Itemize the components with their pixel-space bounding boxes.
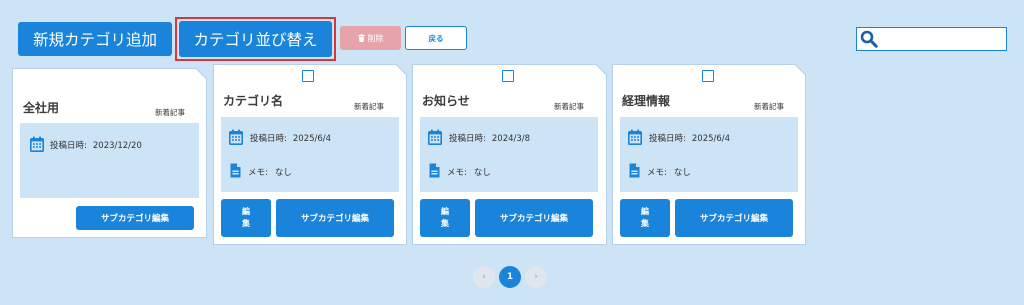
back-button[interactable]: 戻る bbox=[405, 26, 467, 50]
edit-subcategory-button[interactable]: サブカテゴリ編集 bbox=[475, 199, 593, 237]
calendar-icon bbox=[628, 129, 642, 145]
document-icon bbox=[629, 163, 640, 178]
memo-value: なし bbox=[274, 168, 292, 178]
calendar-icon bbox=[229, 129, 243, 145]
memo-value: なし bbox=[473, 168, 491, 178]
edit-subcategory-label: サブカテゴリ編集 bbox=[499, 214, 568, 224]
search-box[interactable] bbox=[856, 27, 1007, 51]
search-input[interactable] bbox=[881, 29, 1001, 49]
memo-row: メモ: なし bbox=[647, 166, 691, 178]
edit-subcategory-label: サブカテゴリ編集 bbox=[699, 214, 768, 224]
posted-date-label: 投稿日時: bbox=[250, 134, 287, 144]
card-select-checkbox[interactable] bbox=[502, 70, 514, 82]
posted-date-label: 投稿日時: bbox=[649, 134, 686, 144]
memo-row: メモ: なし bbox=[248, 166, 292, 178]
edit-subcategory-label: サブカテゴリ編集 bbox=[300, 214, 369, 224]
new-articles-label: 新着記事 bbox=[155, 108, 185, 117]
delete-button[interactable]: 削除 bbox=[340, 26, 401, 50]
edit-category-button[interactable]: 編集 bbox=[221, 199, 271, 237]
memo-row: メモ: なし bbox=[447, 166, 491, 178]
calendar-icon bbox=[428, 129, 442, 145]
new-articles-label: 新着記事 bbox=[754, 102, 784, 111]
card-title: カテゴリ名 bbox=[223, 94, 284, 108]
pagination-next-button[interactable]: › bbox=[525, 266, 547, 288]
category-card: お知らせ 新着記事 投稿日時: 2024/3/8 メモ: なし 編集 サブカテゴリ編… bbox=[412, 64, 607, 245]
card-info-panel: 投稿日時: 2024/3/8 メモ: なし bbox=[420, 117, 598, 192]
edit-category-button[interactable]: 編集 bbox=[620, 199, 670, 237]
trash-icon bbox=[357, 34, 365, 42]
posted-date-label: 投稿日時: bbox=[50, 141, 87, 151]
edit-category-label: 編集 bbox=[641, 207, 649, 228]
add-category-button[interactable]: 新規カテゴリ追加 bbox=[18, 22, 172, 56]
posted-date-value: 2024/3/8 bbox=[491, 134, 531, 144]
edit-category-label: 編集 bbox=[242, 207, 250, 228]
document-icon bbox=[230, 163, 241, 178]
delete-label: 削除 bbox=[367, 33, 384, 43]
calendar-icon bbox=[30, 136, 44, 152]
category-card: 経理情報 新着記事 投稿日時: 2025/6/4 メモ: なし 編集 サブカテゴリ編… bbox=[612, 64, 806, 245]
add-category-label: 新規カテゴリ追加 bbox=[32, 31, 157, 49]
edit-category-label: 編集 bbox=[441, 207, 449, 228]
category-card: カテゴリ名 新着記事 投稿日時: 2025/6/4 メモ: なし 編集 サブカテゴリ… bbox=[213, 64, 407, 245]
edit-subcategory-button[interactable]: サブカテゴリ編集 bbox=[675, 199, 793, 237]
sort-categories-button[interactable]: カテゴリ並び替え bbox=[179, 21, 332, 57]
posted-date-value: 2025/6/4 bbox=[292, 134, 332, 144]
posted-date-row: 投稿日時: 2025/6/4 bbox=[649, 132, 730, 144]
new-articles-label: 新着記事 bbox=[354, 102, 384, 111]
pagination-prev-button[interactable]: ‹ bbox=[473, 266, 495, 288]
memo-label: メモ: bbox=[647, 168, 667, 178]
card-select-checkbox[interactable] bbox=[702, 70, 714, 82]
sort-categories-label: カテゴリ並び替え bbox=[193, 31, 318, 49]
document-icon bbox=[429, 163, 440, 178]
card-title: 経理情報 bbox=[622, 94, 671, 108]
posted-date-value: 2023/12/20 bbox=[92, 141, 142, 151]
memo-value: なし bbox=[673, 168, 691, 178]
card-select-checkbox[interactable] bbox=[302, 70, 314, 82]
card-title: 全社用 bbox=[23, 101, 60, 115]
edit-subcategory-label: サブカテゴリ編集 bbox=[100, 214, 169, 224]
card-info-panel: 投稿日時: 2025/6/4 メモ: なし bbox=[221, 117, 399, 192]
memo-label: メモ: bbox=[447, 168, 467, 178]
posted-date-label: 投稿日時: bbox=[449, 134, 486, 144]
card-title: お知らせ bbox=[422, 94, 470, 108]
edit-category-button[interactable]: 編集 bbox=[420, 199, 470, 237]
card-info-panel: 投稿日時: 2023/12/20 bbox=[20, 123, 199, 198]
memo-label: メモ: bbox=[248, 168, 268, 178]
posted-date-row: 投稿日時: 2025/6/4 bbox=[250, 132, 331, 144]
search-icon[interactable] bbox=[860, 30, 878, 48]
posted-date-row: 投稿日時: 2024/3/8 bbox=[449, 132, 530, 144]
edit-subcategory-button[interactable]: サブカテゴリ編集 bbox=[276, 199, 394, 237]
category-card: 全社用 新着記事 投稿日時: 2023/12/20 サブカテゴリ編集 bbox=[12, 68, 207, 238]
card-info-panel: 投稿日時: 2025/6/4 メモ: なし bbox=[620, 117, 798, 192]
back-label: 戻る bbox=[428, 33, 444, 43]
new-articles-label: 新着記事 bbox=[554, 102, 584, 111]
pagination-page-current[interactable]: 1 bbox=[499, 266, 521, 288]
edit-subcategory-button[interactable]: サブカテゴリ編集 bbox=[76, 206, 194, 230]
posted-date-row: 投稿日時: 2023/12/20 bbox=[50, 139, 142, 151]
posted-date-value: 2025/6/4 bbox=[691, 134, 731, 144]
